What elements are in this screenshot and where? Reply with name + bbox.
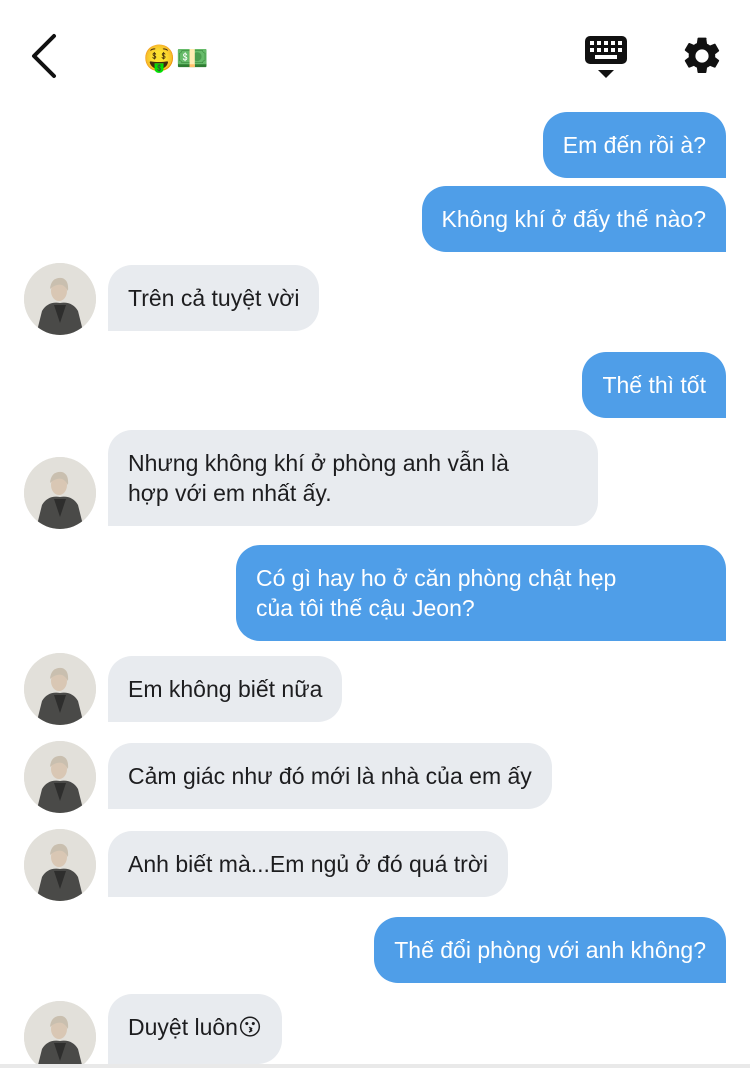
message-bubble-outgoing: Thế đổi phòng với anh không? [374,917,726,983]
avatar[interactable] [24,1001,96,1068]
avatar[interactable] [24,741,96,813]
message-text: Em đến rồi à? [562,132,706,158]
message-bubble-incoming: Nhưng không khí ở phòng anh vẫn là hợp v… [108,430,598,526]
avatar-photo [24,1001,96,1068]
message-bubble-incoming: Trên cả tuyệt vời [108,265,320,331]
message-bubble-outgoing: Có gì hay ho ở căn phòng chật hẹp của tô… [236,545,726,641]
message-text-line: Có gì hay ho ở căn phòng chật hẹp [256,565,617,591]
settings-button[interactable] [680,34,724,78]
avatar[interactable] [24,653,96,725]
back-button[interactable] [26,30,66,82]
avatar[interactable] [24,263,96,335]
message-text: Trên cả tuyệt vời [128,285,300,311]
message-text: Anh biết mà...Em ngủ ở đó quá trời [128,851,489,877]
kissing-face-emoji: 😗 [237,1014,262,1040]
avatar-photo [24,653,96,725]
message-text: Cảm giác như đó mới là nhà của em ấy [128,763,532,789]
gear-icon [684,37,720,74]
keyboard-icon [585,36,627,78]
bottom-divider [0,1064,750,1068]
message-bubble-incoming: Em không biết nữa [108,656,343,722]
message-text: Thế thì tốt [602,372,706,398]
avatar-photo [24,457,96,529]
message-text: Không khí ở đấy thế nào? [441,206,706,232]
message-bubble-incoming: Cảm giác như đó mới là nhà của em ấy [108,743,552,809]
chat-title: 🤑💵 [143,43,210,73]
message-bubble-outgoing: Em đến rồi à? [542,112,726,178]
message-text: Em không biết nữa [128,676,323,702]
chevron-left-icon [32,34,56,78]
message-text-line: Nhưng không khí ở phòng anh vẫn là [128,450,509,476]
message-bubble-outgoing: Không khí ở đấy thế nào? [421,186,726,252]
avatar[interactable] [24,829,96,901]
keyboard-button[interactable] [583,34,629,82]
message-text-line: của tôi thế cậu Jeon? [256,595,475,621]
message-bubble-outgoing: Thế thì tốt [582,352,726,418]
message-text: Duyệt luôn [128,1014,238,1040]
avatar-photo [24,829,96,901]
message-text-line: hợp với em nhất ấy. [128,480,332,506]
message-bubble-incoming: Anh biết mà...Em ngủ ở đó quá trời [108,831,509,897]
message-bubble-incoming: Duyệt luôn😗 [108,994,282,1064]
avatar[interactable] [24,457,96,529]
chat-header: 🤑💵 [0,0,750,108]
message-text: Thế đổi phòng với anh không? [394,937,706,963]
avatar-photo [24,741,96,813]
avatar-photo [24,263,96,335]
